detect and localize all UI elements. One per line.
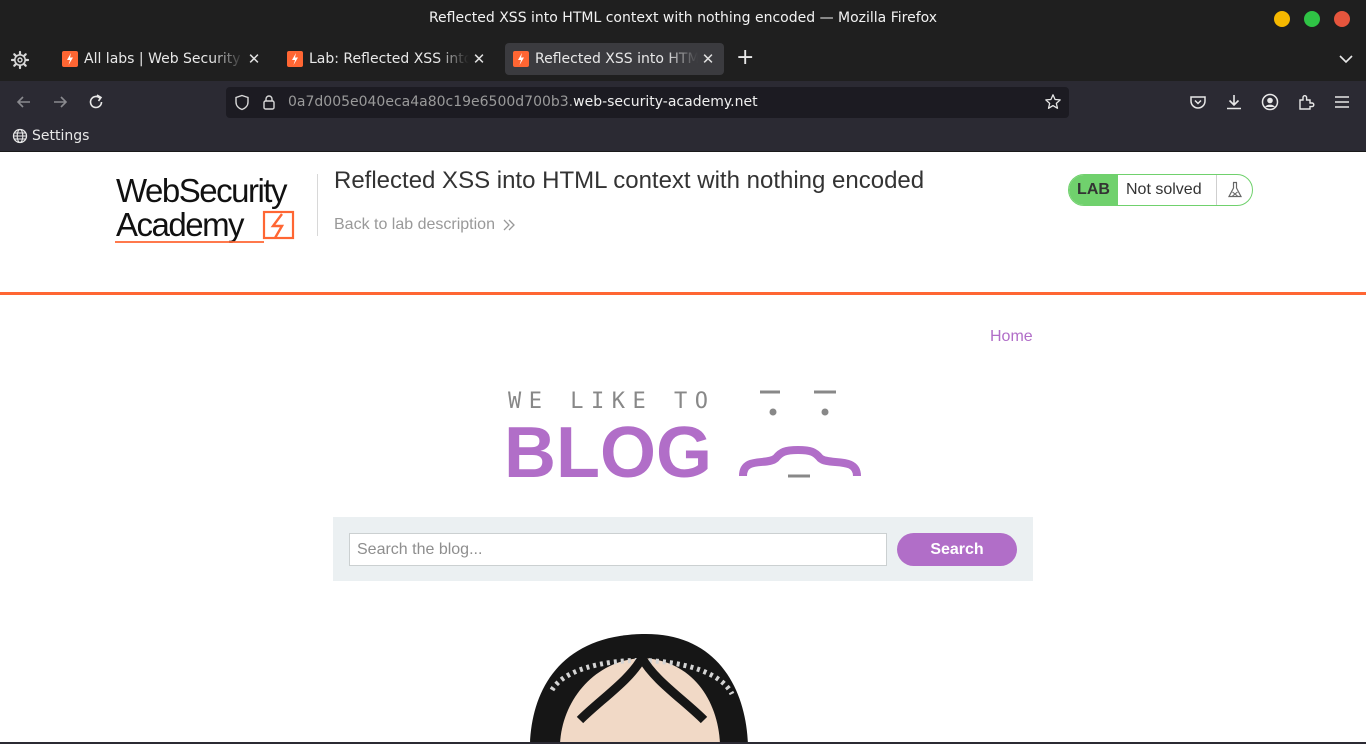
flask-icon [1217, 175, 1252, 205]
url-bar[interactable]: 0a7d005e040eca4a80c19e6500d700b3.web-sec… [226, 87, 1069, 118]
pocket-icon[interactable] [1188, 92, 1208, 112]
nav-home-link[interactable]: Home [990, 328, 1033, 346]
chevron-down-icon[interactable] [1338, 51, 1354, 67]
close-tab-icon[interactable]: ✕ [469, 50, 489, 68]
lab-title: Reflected XSS into HTML context with not… [334, 167, 925, 194]
double-chevron-right-icon [503, 219, 515, 231]
back-arrow-icon[interactable] [14, 92, 34, 112]
new-tab-button[interactable]: + [736, 47, 754, 69]
tab-lab-description[interactable]: Lab: Reflected XSS into HTML context wit… [279, 43, 495, 75]
close-window-button[interactable] [1334, 11, 1350, 27]
globe-icon [12, 128, 28, 144]
blog-search-input[interactable] [349, 533, 887, 566]
portswigger-favicon-icon [287, 51, 303, 67]
url-host: web-security-academy.net [573, 94, 758, 110]
lock-icon[interactable] [262, 94, 276, 111]
logo-line1: WebSecurity [116, 172, 288, 209]
blog-post-image[interactable] [520, 630, 760, 744]
banner-line1: WE LIKE TO [508, 389, 715, 414]
lab-status-text: Not solved [1118, 175, 1217, 205]
lab-badge: LAB [1069, 175, 1118, 205]
bookmark-label: Settings [32, 128, 90, 144]
portswigger-favicon-icon [513, 51, 529, 67]
minimize-button[interactable] [1274, 11, 1290, 27]
we-like-to-blog-banner: WE LIKE TO BLOG [506, 389, 861, 484]
lab-status-widget: LAB Not solved [1068, 174, 1253, 206]
close-tab-icon[interactable]: ✕ [698, 50, 718, 68]
tab-label: All labs | Web Security Academy [84, 51, 244, 67]
url-prefix: 0a7d005e040eca4a80c19e6500d700b3. [288, 94, 574, 110]
bookmark-settings[interactable]: Settings [12, 128, 89, 144]
window-title: Reflected XSS into HTML context with not… [428, 10, 938, 26]
tab-label: Lab: Reflected XSS into HTML context wit… [309, 51, 469, 67]
web-security-academy-logo[interactable]: WebSecurity Academy [112, 170, 318, 248]
reload-icon[interactable] [86, 92, 106, 112]
curly-face-icon [739, 390, 861, 478]
back-to-lab-description-link[interactable]: Back to lab description [334, 216, 516, 234]
tab-strip: All labs | Web Security Academy ✕ Lab: R… [0, 37, 1366, 81]
forward-arrow-icon[interactable] [50, 92, 70, 112]
window-titlebar: Reflected XSS into HTML context with not… [0, 0, 1366, 37]
bookmarks-toolbar: Settings [0, 123, 1366, 152]
portswigger-favicon-icon [62, 51, 78, 67]
url-text[interactable]: 0a7d005e040eca4a80c19e6500d700b3.web-sec… [288, 94, 758, 110]
tab-all-labs[interactable]: All labs | Web Security Academy ✕ [54, 43, 270, 75]
banner-line2: BLOG [506, 413, 712, 484]
tab-current-lab[interactable]: Reflected XSS into HTML context with not… [505, 43, 724, 75]
logo-line2: Academy [116, 206, 245, 243]
shield-icon[interactable] [234, 94, 250, 111]
gear-icon[interactable] [10, 50, 30, 70]
page-content: WebSecurity Academy Reflected XSS into H… [0, 152, 1366, 744]
header-divider [317, 174, 318, 236]
tab-label: Reflected XSS into HTML context with not… [535, 51, 698, 67]
downloads-icon[interactable] [1224, 92, 1244, 112]
close-tab-icon[interactable]: ✕ [244, 50, 264, 68]
bookmark-star-icon[interactable] [1044, 93, 1062, 111]
account-icon[interactable] [1260, 92, 1280, 112]
back-link-label: Back to lab description [334, 216, 495, 233]
extensions-icon[interactable] [1296, 92, 1316, 112]
menu-icon[interactable] [1332, 92, 1352, 112]
academy-lab-header: WebSecurity Academy Reflected XSS into H… [0, 152, 1366, 295]
search-button[interactable]: Search [897, 533, 1017, 566]
blog-search-panel: Search [333, 517, 1033, 581]
maximize-button[interactable] [1304, 11, 1320, 27]
